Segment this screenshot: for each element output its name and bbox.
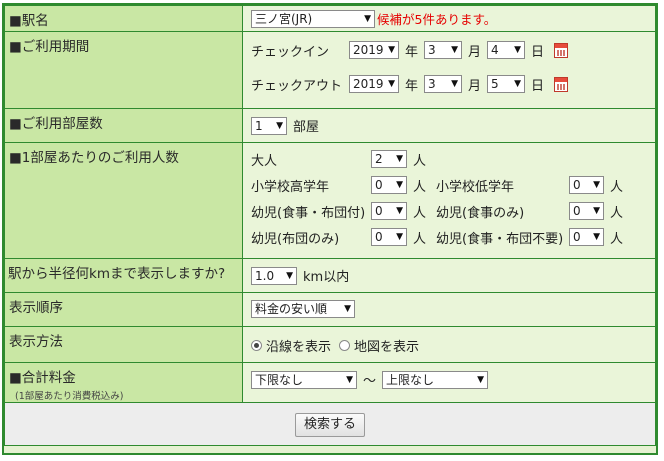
chevron-down-icon: ▼ — [286, 270, 293, 281]
infant-meal-futon-label: 幼児(食事・布団付) — [251, 205, 366, 221]
chevron-down-icon: ▼ — [396, 154, 403, 164]
chevron-down-icon: ▼ — [364, 13, 371, 24]
infant-futon-label: 幼児(布団のみ) — [251, 231, 340, 247]
chevron-down-icon: ▼ — [451, 79, 459, 89]
rooms-select[interactable]: 1 ▼ — [251, 116, 287, 135]
people-label: ■1部屋あたりのご利用人数 — [4, 142, 243, 259]
infant-none-select[interactable]: 0 ▼ — [569, 228, 604, 246]
chevron-down-icon: ▼ — [593, 206, 600, 216]
radius-select[interactable]: 1.0 ▼ — [251, 266, 297, 285]
sort-label: 表示順序 — [4, 292, 243, 327]
chevron-down-icon: ▼ — [593, 232, 600, 242]
chevron-down-icon: ▼ — [451, 45, 459, 55]
chevron-down-icon: ▼ — [396, 180, 403, 190]
chevron-down-icon: ▼ — [593, 180, 600, 190]
chevron-down-icon: ▼ — [344, 304, 351, 314]
price-max-select[interactable]: 上限なし ▼ — [382, 370, 489, 389]
radius-label: 駅から半径何kmまで表示しますか? — [4, 258, 243, 293]
search-button[interactable]: 検索する — [294, 413, 365, 437]
checkout-year-select[interactable]: 2019 ▼ — [349, 75, 399, 93]
adult-label: 大人 — [251, 153, 278, 169]
price-min-select[interactable]: 下限なし ▼ — [251, 370, 357, 389]
checkout-day-select[interactable]: 5 ▼ — [487, 75, 526, 93]
elem-lower-select[interactable]: 0 ▼ — [569, 176, 604, 194]
station-candidates-note: 候補が5件あります。 — [377, 12, 497, 27]
station-select[interactable]: 三ノ宮(JR) ▼ — [251, 9, 375, 28]
period-label: ■ご利用期間 — [4, 31, 243, 109]
sort-select[interactable]: 料金の安い順 ▼ — [251, 300, 355, 318]
checkout-month-select[interactable]: 3 ▼ — [424, 75, 463, 93]
station-label: ■駅名 — [4, 5, 243, 32]
elem-upper-label: 小学校高学年 — [251, 179, 330, 195]
chevron-down-icon: ▼ — [514, 45, 522, 55]
chevron-down-icon: ▼ — [346, 374, 353, 385]
rooms-label: ■ご利用部屋数 — [4, 108, 243, 143]
elem-lower-label: 小学校低学年 — [436, 179, 515, 195]
search-form: ■駅名 三ノ宮(JR) ▼ 候補が5件あります。 ■ご利用期間 チェックイン 20… — [2, 3, 658, 455]
checkin-month-select[interactable]: 3 ▼ — [424, 41, 463, 59]
display-label: 表示方法 — [4, 326, 243, 363]
chevron-down-icon: ▼ — [276, 120, 283, 131]
elem-upper-select[interactable]: 0 ▼ — [371, 176, 407, 194]
radio-map[interactable] — [339, 340, 351, 351]
infant-meal-label: 幼児(食事のみ) — [436, 205, 525, 221]
chevron-down-icon: ▼ — [388, 45, 395, 55]
search-form-table: ■駅名 三ノ宮(JR) ▼ 候補が5件あります。 ■ご利用期間 チェックイン 20… — [4, 5, 656, 446]
price-note: (1部屋あたり消費税込み) — [15, 391, 124, 402]
chevron-down-icon: ▼ — [514, 79, 522, 89]
checkin-day-select[interactable]: 4 ▼ — [487, 41, 526, 59]
price-label: ■合計料金 (1部屋あたり消費税込み) — [4, 362, 243, 403]
chevron-down-icon: ▼ — [396, 206, 403, 216]
checkin-label: チェックイン — [251, 44, 330, 60]
chevron-down-icon: ▼ — [396, 232, 403, 242]
chevron-down-icon: ▼ — [388, 79, 395, 89]
chevron-down-icon: ▼ — [477, 374, 485, 385]
calendar-icon[interactable] — [554, 76, 569, 92]
infant-futon-select[interactable]: 0 ▼ — [371, 228, 407, 246]
search-button-row: 検索する — [4, 402, 656, 446]
infant-meal-futon-select[interactable]: 0 ▼ — [371, 202, 407, 220]
radio-line[interactable] — [251, 340, 262, 351]
infant-none-label: 幼児(食事・布団不要) — [436, 231, 564, 247]
infant-meal-select[interactable]: 0 ▼ — [569, 202, 604, 220]
checkout-label: チェックアウト — [251, 78, 343, 94]
calendar-icon[interactable] — [554, 42, 569, 58]
adult-select[interactable]: 2 ▼ — [371, 150, 407, 168]
checkin-year-select[interactable]: 2019 ▼ — [349, 41, 399, 59]
